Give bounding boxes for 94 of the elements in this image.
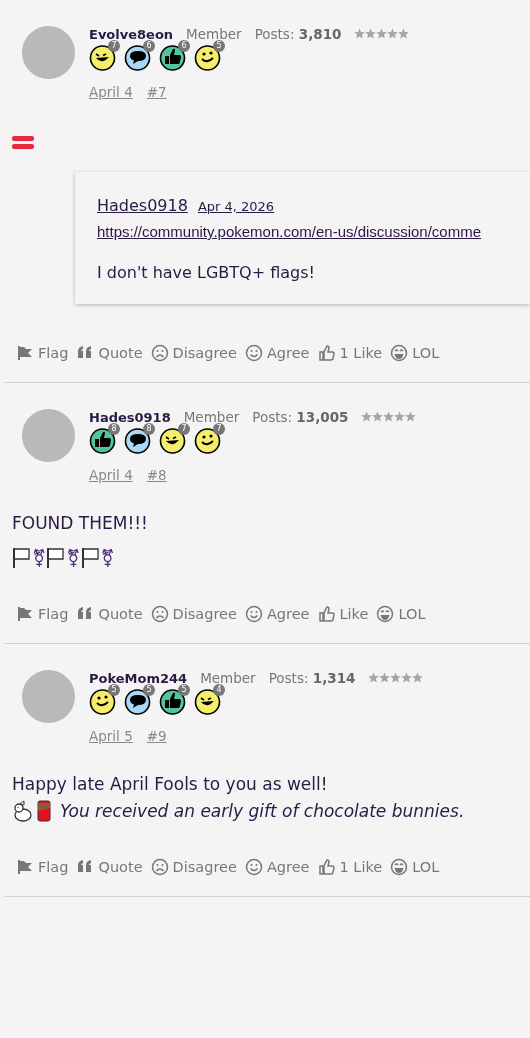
frowning-face-icon[interactable] (150, 344, 169, 362)
lol-action[interactable]: LOL (390, 858, 440, 876)
quote-action[interactable]: Quote (76, 344, 143, 362)
flag-icon[interactable] (16, 344, 34, 362)
winking-face-icon (89, 43, 117, 71)
quote-date-link[interactable]: Apr 4, 2026 (197, 199, 275, 214)
lol-action[interactable]: LOL (390, 344, 440, 362)
speech-bubble-icon (124, 426, 152, 454)
thumbs-up-icon[interactable] (317, 858, 336, 876)
post-count: Posts: 3,810 (254, 26, 342, 42)
thumbs-up-icon (159, 43, 187, 71)
post-date-link[interactable]: April 5 (89, 728, 133, 744)
like-action[interactable]: 1 Like (317, 858, 383, 876)
user-role: Member (186, 26, 242, 42)
chocolate-bar-icon (37, 800, 51, 822)
thumbs-up-icon (159, 687, 187, 715)
quoted-author-link[interactable]: Hades0918 (97, 196, 188, 215)
post-count: Posts: 13,005 (252, 409, 349, 425)
post-count: Posts: 1,314 (268, 670, 356, 686)
disagree-action[interactable]: Disagree (150, 344, 237, 362)
rank-stars-icon (361, 411, 417, 422)
smiling-face-icon[interactable] (244, 344, 263, 362)
post-text: FOUND THEM!!! (12, 513, 149, 533)
transgender-symbol: ⚧ (100, 548, 115, 568)
user-role: Member (183, 409, 240, 425)
lol-action[interactable]: LOL (376, 605, 426, 623)
badge-count: 4 (213, 684, 225, 696)
quote-action[interactable]: Quote (76, 605, 143, 623)
flag-action[interactable]: Flag (16, 858, 69, 876)
winking-face-icon (194, 687, 222, 715)
post-number-link[interactable]: #8 (146, 467, 167, 483)
winking-face-icon (159, 426, 187, 454)
laughing-face-icon[interactable] (390, 344, 409, 362)
flag-action[interactable]: Flag (16, 605, 69, 623)
like-action[interactable]: 1 Like (317, 344, 383, 362)
badge-count: 5 (143, 684, 155, 696)
username-link[interactable]: Hades0918 (89, 410, 171, 425)
username-link[interactable]: Evolve8eon (89, 27, 174, 42)
frowning-face-icon[interactable] (150, 605, 169, 623)
post-date-link[interactable]: April 4 (89, 467, 133, 483)
avatar-image (22, 670, 75, 723)
flag-icon[interactable] (16, 605, 34, 623)
agree-action[interactable]: Agree (244, 605, 310, 623)
post-text: Happy late April Fools to you as well! (12, 774, 329, 794)
flag-action[interactable]: Flag (16, 344, 69, 362)
disagree-action[interactable]: Disagree (150, 858, 237, 876)
quote-action[interactable]: Quote (76, 858, 143, 876)
like-action[interactable]: Like (317, 605, 369, 623)
speech-bubble-icon (124, 687, 152, 715)
badge-count: 8 (143, 423, 155, 435)
laughing-face-icon[interactable] (390, 858, 409, 876)
badge-count: 7 (108, 40, 120, 52)
smiling-face-icon (89, 687, 117, 715)
badge-count: 7 (178, 423, 190, 435)
transgender-symbol: ⚧ (32, 548, 47, 568)
badge-count: 5 (213, 40, 225, 52)
agree-action[interactable]: Agree (244, 344, 310, 362)
badge-count: 5 (178, 684, 190, 696)
laughing-face-icon[interactable] (376, 605, 395, 623)
rabbit-icon (12, 800, 34, 822)
frowning-face-icon[interactable] (150, 858, 169, 876)
username-link[interactable]: PokeMom244 (89, 671, 188, 686)
quote-text: I don't have LGBTQ+ flags! (97, 263, 316, 282)
speech-bubble-icon (124, 43, 152, 71)
avatar-image (22, 409, 75, 462)
flag-outline-icon (46, 547, 67, 569)
badge-count: 5 (108, 684, 120, 696)
badge-count: 6 (143, 40, 155, 52)
disagree-action[interactable]: Disagree (150, 605, 237, 623)
smiling-face-icon[interactable] (244, 605, 263, 623)
smiling-face-icon (194, 426, 222, 454)
avatar-image (22, 26, 75, 79)
post-number-link[interactable]: #7 (146, 84, 167, 100)
badge-count: 7 (213, 423, 225, 435)
smiling-face-icon[interactable] (244, 858, 263, 876)
badge-count: 8 (108, 423, 120, 435)
post-date-link[interactable]: April 4 (89, 84, 133, 100)
striped-flag-icon (12, 136, 34, 150)
url-link[interactable]: https://community.pokemon.com/en-us/discussion/comme (97, 223, 482, 240)
rank-stars-icon (368, 672, 424, 683)
agree-action[interactable]: Agree (244, 858, 310, 876)
post-number-link[interactable]: #9 (146, 728, 167, 744)
flag-outline-icon (12, 547, 32, 569)
thumbs-up-icon (89, 426, 117, 454)
thumbs-up-icon[interactable] (317, 605, 336, 623)
flag-outline-icon (80, 547, 101, 569)
badge-count: 6 (178, 40, 190, 52)
gift-message: You received an early gift of chocolate bunnies. (60, 801, 465, 821)
user-role: Member (200, 670, 256, 686)
transgender-symbol: ⚧ (66, 548, 81, 568)
thumbs-up-icon[interactable] (317, 344, 336, 362)
flag-icon[interactable] (16, 858, 34, 876)
rank-stars-icon (354, 28, 410, 39)
smiling-face-icon (194, 43, 222, 71)
